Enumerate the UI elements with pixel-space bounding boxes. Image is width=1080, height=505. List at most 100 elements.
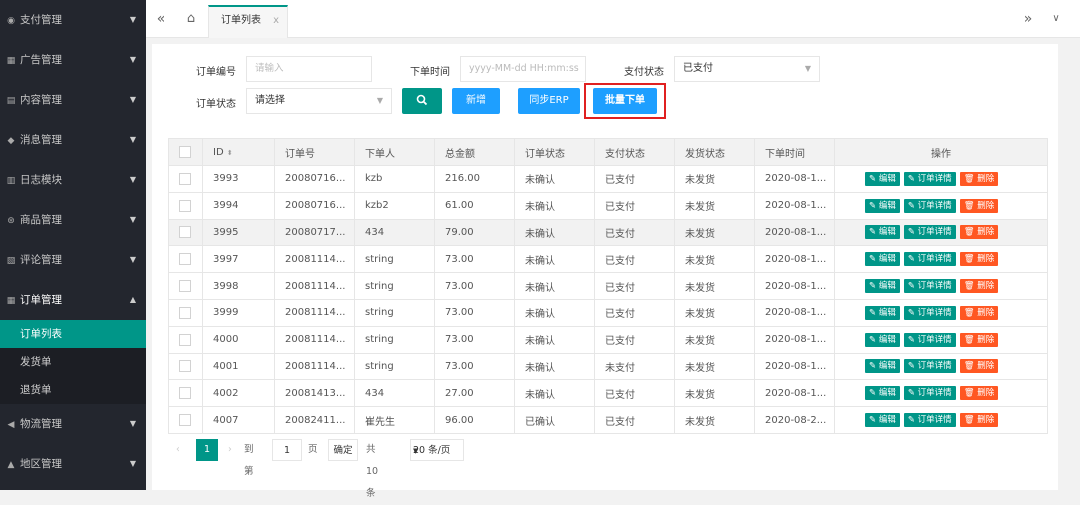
table-row[interactable]: 3998 20081114... string 73.00 未确认 已支付 未发货 2020-… bbox=[168, 272, 1048, 300]
table-row[interactable]: 3994 20080716... kzb2 61.00 未确认 已支付 未发货 2020-08… bbox=[168, 191, 1048, 220]
row-checkbox[interactable] bbox=[179, 306, 191, 319]
sidebar-item-1[interactable]: ▦ 广告管理 ▼ bbox=[0, 40, 146, 80]
order-detail-button[interactable]: ✎ 订单详情 bbox=[903, 386, 956, 401]
select-all-checkbox[interactable] bbox=[179, 146, 191, 158]
sidebar-item-2[interactable]: ▤ 内容管理 ▼ bbox=[0, 80, 146, 120]
next-page-icon[interactable]: › bbox=[228, 439, 232, 461]
sidebar-item-label: 内容管理 bbox=[20, 94, 62, 106]
sidebar-item-4[interactable]: ▥ 日志模块 ▼ bbox=[0, 160, 146, 200]
delete-button[interactable]: 🗑 删除 bbox=[959, 198, 999, 213]
edit-button[interactable]: ✎ 编辑 bbox=[865, 198, 900, 213]
order-detail-button[interactable]: ✎ 订单详情 bbox=[903, 332, 956, 347]
order-detail-button[interactable]: ✎ 订单详情 bbox=[903, 252, 956, 267]
table-row[interactable]: 4000 20081114... string 73.00 未确认 已支付 未发货 2020-… bbox=[168, 325, 1048, 354]
delete-button[interactable]: 🗑 删除 bbox=[959, 171, 999, 186]
home-icon[interactable]: ⌂ bbox=[182, 0, 200, 38]
edit-button[interactable]: ✎ 编辑 bbox=[865, 305, 900, 320]
prev-page-icon[interactable]: ‹ bbox=[176, 439, 180, 461]
delete-button[interactable]: 🗑 删除 bbox=[959, 305, 999, 320]
delete-button[interactable]: 🗑 删除 bbox=[959, 279, 999, 294]
sidebar-item-3[interactable]: ◆ 消息管理 ▼ bbox=[0, 120, 146, 160]
order-no-input[interactable]: 请输入 bbox=[246, 56, 372, 82]
order-detail-button[interactable]: ✎ 订单详情 bbox=[903, 359, 956, 374]
cell-ship: 未发货 bbox=[674, 352, 755, 381]
edit-button[interactable]: ✎ 编辑 bbox=[865, 252, 900, 267]
cell-pay: 已支付 bbox=[594, 165, 675, 193]
order-time-input[interactable]: yyyy-MM-dd HH:mm:ss bbox=[460, 56, 586, 82]
cell-time: 2020-08-1... bbox=[754, 218, 835, 247]
cell-user: kzb2 bbox=[354, 191, 435, 220]
scroll-right-icon[interactable]: » bbox=[1018, 0, 1038, 38]
row-checkbox[interactable] bbox=[179, 280, 191, 293]
order-detail-button[interactable]: ✎ 订单详情 bbox=[903, 279, 956, 294]
close-icon[interactable]: x bbox=[273, 7, 279, 35]
header-order-time: 下单时间 bbox=[754, 138, 835, 166]
sidebar-subitem-1[interactable]: 发货单 bbox=[0, 348, 146, 376]
sidebar-item-7[interactable]: ▦ 订单管理 ▲ bbox=[0, 280, 146, 320]
cell-time: 2020-08-1... bbox=[754, 272, 835, 300]
delete-button[interactable]: 🗑 删除 bbox=[959, 413, 999, 428]
row-checkbox[interactable] bbox=[179, 253, 191, 266]
edit-button[interactable]: ✎ 编辑 bbox=[865, 386, 900, 401]
confirm-button[interactable]: 确定 bbox=[328, 439, 358, 461]
pay-status-select[interactable]: 已支付 ▼ bbox=[674, 56, 820, 82]
row-checkbox[interactable] bbox=[179, 226, 191, 239]
table-row[interactable]: 4007 20082411... 崔先生 96.00 已确认 已支付 未发货 2020-08-… bbox=[168, 406, 1048, 434]
order-status-select[interactable]: 请选择 ▼ bbox=[246, 88, 392, 114]
sort-icon[interactable]: ⬍ bbox=[227, 149, 233, 157]
order-detail-button[interactable]: ✎ 订单详情 bbox=[903, 413, 956, 428]
batch-order-button[interactable]: 批量下单 bbox=[593, 88, 657, 114]
sync-erp-button[interactable]: 同步ERP bbox=[518, 88, 580, 114]
cell-time: 2020-08-2... bbox=[754, 406, 835, 434]
row-checkbox[interactable] bbox=[179, 172, 191, 185]
table-row[interactable]: 4002 20081413... 434 27.00 未确认 已支付 未发货 2020-08-… bbox=[168, 379, 1048, 408]
chevron-down-icon[interactable]: ∨ bbox=[1046, 0, 1066, 38]
sidebar-subitem-0[interactable]: 订单列表 bbox=[0, 320, 146, 348]
row-checkbox[interactable] bbox=[179, 414, 191, 427]
tab-order-list[interactable]: 订单列表 x bbox=[208, 5, 288, 38]
cell-id: 3999 bbox=[202, 298, 275, 327]
per-page-select[interactable]: 20 条/页 ▼ bbox=[410, 439, 464, 461]
order-detail-button[interactable]: ✎ 订单详情 bbox=[903, 305, 956, 320]
delete-button[interactable]: 🗑 删除 bbox=[959, 252, 999, 267]
table-row[interactable]: 4001 20081114... string 73.00 未确认 未支付 未发货 2020-… bbox=[168, 352, 1048, 381]
row-checkbox[interactable] bbox=[179, 387, 191, 400]
order-detail-button[interactable]: ✎ 订单详情 bbox=[903, 225, 956, 240]
order-detail-button[interactable]: ✎ 订单详情 bbox=[903, 198, 956, 213]
delete-button[interactable]: 🗑 删除 bbox=[959, 359, 999, 374]
edit-button[interactable]: ✎ 编辑 bbox=[865, 225, 900, 240]
sidebar-item-5[interactable]: ⊛ 商品管理 ▼ bbox=[0, 200, 146, 240]
header-id[interactable]: ID ⬍ bbox=[202, 138, 275, 166]
edit-button[interactable]: ✎ 编辑 bbox=[865, 359, 900, 374]
table-row[interactable]: 3993 20080716... kzb 216.00 未确认 已支付 未发货 2020-08… bbox=[168, 165, 1048, 193]
sidebar-item-label: 消息管理 bbox=[20, 134, 62, 146]
cell-amount: 73.00 bbox=[434, 298, 515, 327]
sidebar-item-0[interactable]: ◉ 支付管理 ▼ bbox=[0, 0, 146, 40]
edit-button[interactable]: ✎ 编辑 bbox=[865, 171, 900, 186]
collapse-left-icon[interactable]: « bbox=[152, 0, 170, 38]
cell-ship: 未发货 bbox=[674, 406, 755, 434]
delete-button[interactable]: 🗑 删除 bbox=[959, 386, 999, 401]
add-button[interactable]: 新增 bbox=[452, 88, 500, 114]
sidebar-item-6[interactable]: ▧ 评论管理 ▼ bbox=[0, 240, 146, 280]
table-row[interactable]: 3997 20081114... string 73.00 未确认 已支付 未发货 2020-… bbox=[168, 245, 1048, 274]
cell-status: 未确认 bbox=[514, 191, 595, 220]
edit-button[interactable]: ✎ 编辑 bbox=[865, 413, 900, 428]
cell-user: string bbox=[354, 245, 435, 274]
page-1-button[interactable]: 1 bbox=[196, 439, 218, 461]
delete-button[interactable]: 🗑 删除 bbox=[959, 225, 999, 240]
table-row[interactable]: 3999 20081114... string 73.00 未确认 已支付 未发货 2020-… bbox=[168, 298, 1048, 327]
sidebar-item-b1[interactable]: ▲ 地区管理 ▼ bbox=[0, 444, 146, 484]
goto-input[interactable]: 1 bbox=[272, 439, 302, 461]
order-detail-button[interactable]: ✎ 订单详情 bbox=[903, 171, 956, 186]
sidebar-item-b0[interactable]: ◀ 物流管理 ▼ bbox=[0, 404, 146, 444]
row-checkbox[interactable] bbox=[179, 333, 191, 346]
search-button[interactable] bbox=[402, 88, 442, 114]
row-checkbox[interactable] bbox=[179, 360, 191, 373]
delete-button[interactable]: 🗑 删除 bbox=[959, 332, 999, 347]
sidebar-subitem-2[interactable]: 退货单 bbox=[0, 376, 146, 404]
table-row[interactable]: 3995 20080717... 434 79.00 未确认 已支付 未发货 2020-08-… bbox=[168, 218, 1048, 247]
edit-button[interactable]: ✎ 编辑 bbox=[865, 332, 900, 347]
edit-button[interactable]: ✎ 编辑 bbox=[865, 279, 900, 294]
row-checkbox[interactable] bbox=[179, 199, 191, 212]
